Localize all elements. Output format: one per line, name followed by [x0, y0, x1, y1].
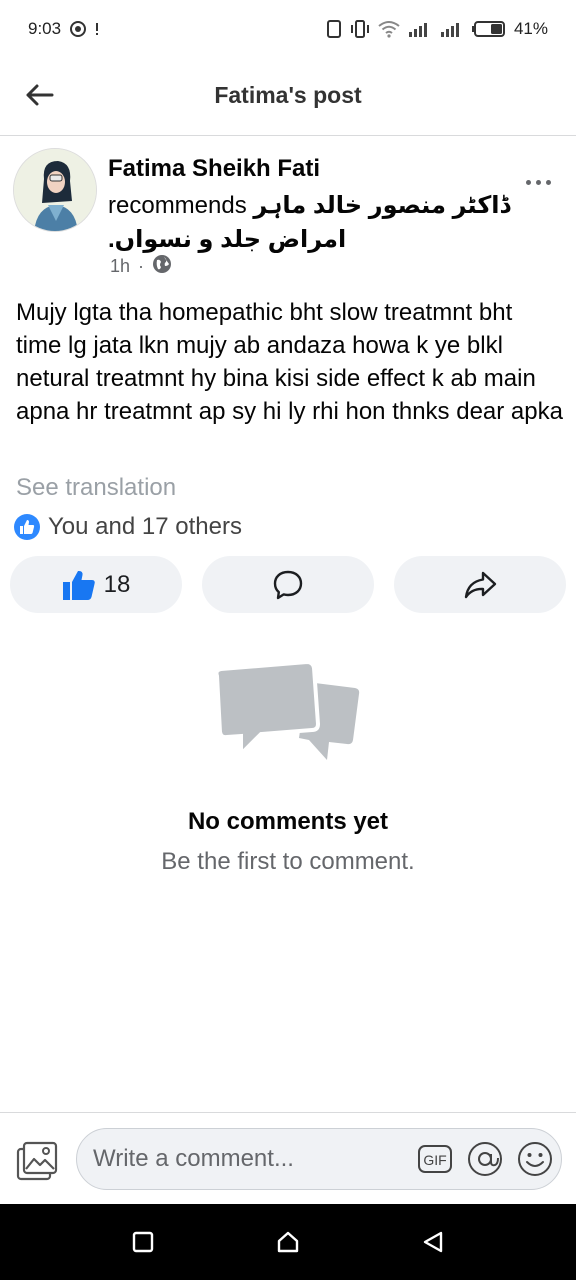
more-dot-icon: [525, 179, 531, 185]
nav-back-button[interactable]: [413, 1222, 453, 1262]
reactions-text: You and 17 others: [48, 513, 242, 540]
no-comments-illustration: [214, 659, 361, 764]
gif-icon: GIF: [418, 1145, 452, 1173]
gif-label: GIF: [423, 1152, 446, 1168]
globe-icon: [152, 254, 172, 279]
comment-input[interactable]: [93, 1145, 403, 1173]
screen: 9:03 41% Fatima's post Fatima Sheikh Fat…: [0, 0, 576, 1280]
author-name[interactable]: Fatima Sheikh Fati: [108, 155, 320, 183]
more-dot-icon: [545, 179, 551, 185]
smiley-icon: [518, 1142, 552, 1176]
notification-dot-icon: [95, 22, 99, 36]
more-options-button[interactable]: [518, 170, 558, 194]
photo-button[interactable]: [16, 1141, 60, 1181]
post-text: Mujy lgta tha homepathic bht slow treatm…: [16, 299, 563, 425]
vibrate-icon: [350, 19, 370, 39]
whatsapp-notification-icon: [69, 20, 87, 38]
page-title: Fatima's post: [214, 82, 362, 108]
recommendation-line: recommends ڈاکٹر منصور خالد ماہر امراض ج…: [108, 189, 518, 257]
emoji-button[interactable]: [517, 1141, 553, 1177]
thumbs-up-icon: [62, 570, 95, 600]
like-button[interactable]: 18: [10, 556, 182, 613]
share-arrow-icon: [464, 571, 497, 598]
wifi-icon: [378, 20, 400, 38]
photo-icon: [16, 1141, 58, 1181]
like-count: 18: [103, 570, 131, 598]
more-dot-icon: [535, 179, 541, 185]
meta-separator: ·: [138, 256, 145, 276]
battery-icon: [471, 20, 506, 38]
at-sign-icon: [468, 1142, 502, 1176]
comment-composer: GIF: [0, 1112, 576, 1204]
reactions-summary[interactable]: You and 17 others: [14, 513, 242, 541]
no-comments-title: No comments yet: [187, 808, 389, 835]
screen-rotation-icon: [326, 19, 342, 39]
status-bar: 9:03 41%: [0, 0, 576, 58]
back-triangle-icon: [424, 1231, 443, 1253]
gif-button[interactable]: GIF: [417, 1141, 453, 1177]
home-button[interactable]: [268, 1222, 308, 1262]
like-reaction-icon: [14, 514, 40, 540]
comment-button[interactable]: [202, 556, 374, 613]
recents-square-icon: [132, 1231, 153, 1253]
post-header: Fatima's post: [0, 58, 576, 136]
no-comments-subtitle: Be the first to comment.: [161, 848, 415, 875]
mention-button[interactable]: [467, 1141, 503, 1177]
post-time[interactable]: 1h: [110, 256, 130, 277]
post-meta: 1h ·: [110, 254, 172, 279]
comment-box: GIF: [76, 1128, 562, 1190]
status-time: 9:03: [28, 19, 62, 38]
system-nav-bar: [0, 1204, 576, 1280]
see-translation-link[interactable]: See translation: [16, 474, 176, 502]
share-button[interactable]: [394, 556, 566, 613]
post-actions: 18: [10, 556, 566, 613]
signal-icon-1: [408, 20, 432, 38]
recents-button[interactable]: [123, 1222, 163, 1262]
signal-icon-2: [440, 20, 464, 38]
author-avatar[interactable]: [13, 148, 97, 232]
battery-percent: 41%: [513, 19, 548, 38]
recommends-text: recommends: [108, 192, 247, 219]
comment-bubble-icon: [273, 570, 303, 599]
home-icon: [277, 1231, 299, 1253]
